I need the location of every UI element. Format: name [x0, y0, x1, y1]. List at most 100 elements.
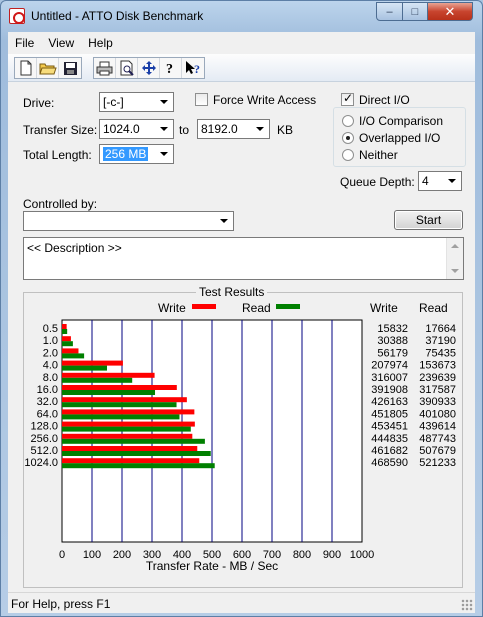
write-rate-value: 426163 — [371, 396, 408, 408]
category-label: 16.0 — [37, 384, 58, 396]
save-icon[interactable] — [59, 58, 81, 78]
write-rate-value: 316007 — [371, 372, 408, 384]
maximize-button[interactable]: □ — [402, 2, 428, 21]
write-bar — [62, 336, 71, 342]
toolbar-group-print: ? ? — [93, 57, 205, 79]
move-icon[interactable] — [138, 58, 160, 78]
read-bar — [62, 377, 133, 383]
read-bar — [62, 353, 85, 359]
category-label: 512.0 — [30, 445, 58, 457]
write-rate-value: 391908 — [371, 384, 408, 396]
resize-grip[interactable] — [461, 599, 473, 611]
svg-text:?: ? — [166, 62, 173, 76]
open-folder-icon[interactable] — [37, 58, 59, 78]
minimize-button[interactable]: – — [376, 2, 403, 21]
legend-write-label: Write — [158, 301, 186, 315]
write-rate-value: 56179 — [377, 347, 408, 359]
write-bar — [62, 360, 123, 366]
category-label: 0.5 — [43, 323, 58, 335]
read-rate-value: 153673 — [419, 360, 456, 372]
menu-bar: File View Help — [8, 32, 475, 54]
x-tick-label: 0 — [59, 549, 65, 561]
read-rate-value: 401080 — [419, 408, 456, 420]
write-bar — [62, 324, 67, 329]
x-axis-label: Transfer Rate - MB / Sec — [146, 559, 278, 573]
read-rate-value: 439614 — [419, 421, 456, 433]
results-chart: Write Read Write Read 0.51.02.04.08.016.… — [24, 301, 456, 573]
write-bar — [62, 409, 195, 415]
write-column-header: Write — [370, 301, 398, 315]
read-rate-value: 521233 — [419, 457, 456, 469]
atto-app-icon — [9, 8, 25, 24]
x-tick-label: 1000 — [350, 549, 374, 561]
category-label: 8.0 — [43, 372, 58, 384]
write-rate-value: 207974 — [371, 360, 408, 372]
main-panel: Drive: [-c-] Force Write Access Direct I… — [8, 82, 475, 592]
legend-write-swatch — [192, 304, 216, 309]
print-icon[interactable] — [94, 58, 116, 78]
read-rate-value: 17664 — [425, 323, 456, 335]
read-bar — [62, 438, 205, 444]
read-bar — [62, 402, 177, 408]
new-file-icon[interactable] — [15, 58, 37, 78]
svg-text:?: ? — [194, 62, 200, 76]
read-bar — [62, 390, 156, 395]
read-rate-value: 37190 — [425, 335, 456, 347]
read-bar — [62, 329, 68, 334]
context-help-icon[interactable]: ? — [182, 58, 204, 78]
write-bar — [62, 433, 193, 439]
read-bar — [62, 426, 191, 432]
read-bar — [62, 365, 107, 371]
write-bar — [62, 385, 177, 390]
write-bar — [62, 446, 198, 451]
write-bar — [62, 421, 195, 427]
write-bar — [62, 372, 155, 378]
write-rate-value: 15832 — [377, 323, 408, 335]
close-button[interactable]: ✕ — [427, 2, 473, 21]
category-label: 1024.0 — [24, 457, 58, 469]
toolbar-group-file — [14, 57, 82, 79]
category-label: 64.0 — [37, 408, 58, 420]
read-rate-value: 487743 — [419, 433, 456, 445]
toolbar: ? ? — [8, 54, 475, 82]
read-bar — [62, 463, 215, 469]
category-label: 256.0 — [30, 433, 58, 445]
read-rate-value: 317587 — [419, 384, 456, 396]
x-tick-label: 100 — [83, 549, 101, 561]
window-title: Untitled - ATTO Disk Benchmark — [31, 9, 204, 23]
category-label: 128.0 — [30, 421, 58, 433]
status-bar: For Help, press F1 — [8, 592, 475, 613]
x-tick-label: 900 — [323, 549, 341, 561]
category-label: 1.0 — [43, 335, 58, 347]
app-window: Untitled - ATTO Disk Benchmark – □ ✕ Fil… — [0, 0, 483, 617]
write-rate-value: 461682 — [371, 445, 408, 457]
write-rate-value: 444835 — [371, 433, 408, 445]
read-bar — [62, 341, 73, 347]
menu-view[interactable]: View — [41, 36, 81, 50]
read-rate-value: 75435 — [425, 347, 456, 359]
write-bar — [62, 348, 79, 354]
read-column-header: Read — [419, 301, 448, 315]
x-tick-label: 200 — [113, 549, 131, 561]
menu-help[interactable]: Help — [81, 36, 120, 50]
status-text: For Help, press F1 — [11, 597, 111, 611]
category-label: 4.0 — [43, 360, 58, 372]
read-rate-value: 239639 — [419, 372, 456, 384]
legend-read-swatch — [276, 304, 300, 309]
legend-read-label: Read — [242, 301, 271, 315]
write-rate-value: 468590 — [371, 457, 408, 469]
write-bar — [62, 458, 200, 464]
write-rate-value: 30388 — [377, 335, 408, 347]
help-icon[interactable]: ? — [160, 58, 182, 78]
category-label: 32.0 — [37, 396, 58, 408]
x-tick-label: 800 — [293, 549, 311, 561]
read-rate-value: 507679 — [419, 445, 456, 457]
read-bar — [62, 451, 211, 456]
print-preview-icon[interactable] — [116, 58, 138, 78]
read-bar — [62, 414, 180, 420]
write-bar — [62, 397, 187, 403]
title-bar[interactable]: Untitled - ATTO Disk Benchmark – □ ✕ — [1, 1, 482, 31]
menu-file[interactable]: File — [8, 36, 41, 50]
read-rate-value: 390933 — [419, 396, 456, 408]
category-label: 2.0 — [43, 347, 58, 359]
